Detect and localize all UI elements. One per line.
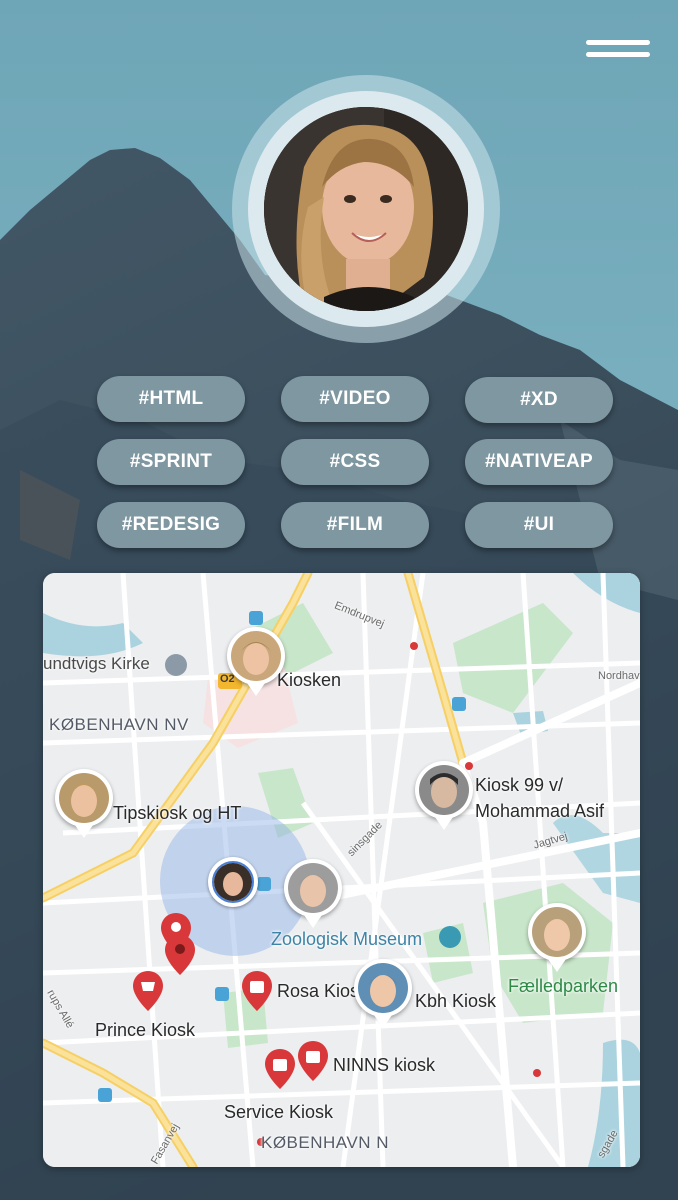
location-pin-red-2[interactable] [165, 935, 195, 975]
park-label: Fælledparken [508, 976, 619, 996]
tag-sprint[interactable]: #SPRINT [97, 439, 245, 485]
area-label-nv: KØBENHAVN NV [49, 715, 189, 734]
kiosk-label-tipskiosk: Tipskiosk og HT [113, 803, 242, 823]
tag-redesig[interactable]: #REDESIG [97, 502, 245, 548]
person-pin-tipskiosk[interactable] [55, 769, 113, 838]
road-badge: O2 [220, 673, 235, 685]
tag-ui[interactable]: #UI [465, 502, 613, 548]
tag-html[interactable]: #HTML [97, 376, 245, 422]
tag-css[interactable]: #CSS [281, 439, 429, 485]
shop-pin-service[interactable] [265, 1049, 295, 1089]
tag-film[interactable]: #FILM [281, 502, 429, 548]
kiosk-label-kbh: Kbh Kiosk [415, 991, 497, 1011]
person-pin-kbh[interactable] [354, 959, 412, 1028]
profile-avatar[interactable] [264, 107, 468, 311]
person-pin-center[interactable] [284, 859, 342, 928]
tag-video[interactable]: #VIDEO [281, 376, 429, 422]
person-pin-kiosken[interactable] [227, 627, 285, 696]
kiosk-label-prince: Prince Kiosk [95, 1020, 196, 1040]
kiosk-label-rosa: Rosa Kios [277, 981, 360, 1001]
person-avatar [532, 907, 582, 957]
shop-pin-ninns[interactable] [298, 1041, 328, 1081]
kiosk-label-ninns: NINNS kiosk [333, 1055, 436, 1075]
tag-xd[interactable]: #XD [465, 377, 613, 423]
person-avatar [358, 963, 408, 1013]
shop-pin-rosa[interactable] [242, 971, 272, 1011]
area-label-n: KØBENHAVN N [261, 1133, 389, 1152]
museum-label: Zoologisk Museum [271, 929, 423, 949]
shop-pin-prince[interactable] [133, 971, 163, 1011]
person-avatar [231, 631, 281, 681]
kiosk-label-kiosk99-owner: Mohammad Asif [475, 801, 605, 821]
person-avatar [288, 863, 338, 913]
kiosk-label-kiosken: Kiosken [277, 670, 342, 690]
person-avatar [59, 773, 109, 823]
nordhavn-label: Nordhavn [598, 670, 640, 682]
current-user-avatar [212, 861, 254, 903]
church-label: undtvigs Kirke [43, 654, 150, 673]
person-avatar [419, 765, 469, 815]
kiosk-map[interactable]: O2 KØBENHAVN NV KØBENHAVN N undtvigs Kir… [43, 573, 640, 1167]
kiosk-label-kiosk99: Kiosk 99 v/ [475, 775, 564, 795]
person-pin-faelledparken[interactable] [528, 903, 586, 972]
hamburger-menu-icon[interactable] [584, 38, 652, 64]
person-pin-kiosk99[interactable] [415, 761, 473, 830]
current-location-marker[interactable] [208, 857, 258, 907]
kiosk-label-service: Service Kiosk [224, 1102, 334, 1122]
tag-nativeap[interactable]: #NATIVEAP [465, 439, 613, 485]
